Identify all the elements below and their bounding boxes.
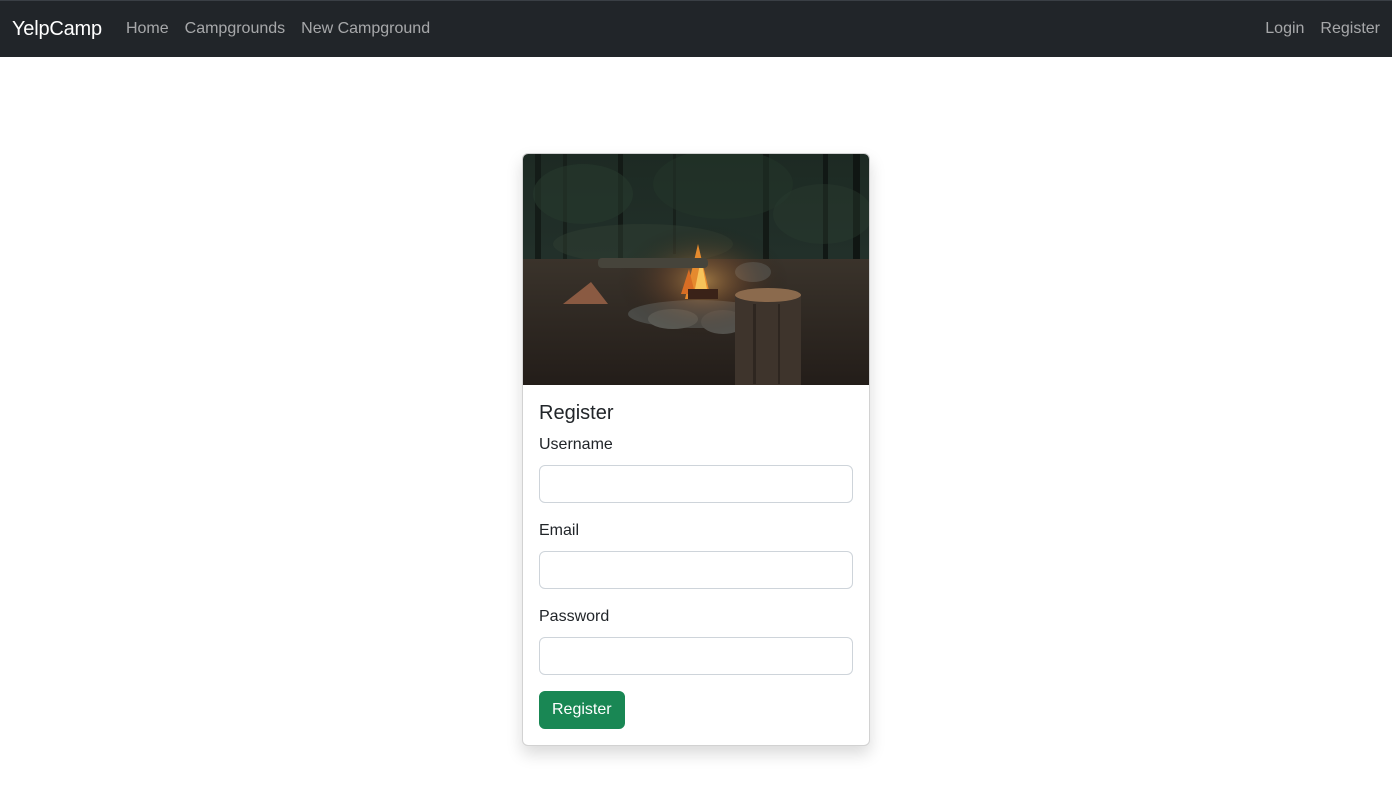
password-input[interactable] [539,637,853,675]
register-submit-button[interactable]: Register [539,691,625,729]
username-label: Username [539,436,613,453]
brand-logo-link[interactable]: YelpCamp [12,18,102,41]
register-form: Register Username Email Password Registe… [523,385,869,745]
email-group: Email [539,519,853,589]
nav-links: Home Campgrounds New Campground [118,12,438,46]
campfire-image [523,154,869,385]
email-input[interactable] [539,551,853,589]
nav-link-login[interactable]: Login [1257,12,1312,46]
nav-link-new-campground[interactable]: New Campground [293,12,438,46]
nav-link-home[interactable]: Home [118,12,177,46]
card-title: Register [539,402,614,424]
password-group: Password [539,605,853,675]
nav-link-register[interactable]: Register [1312,12,1380,46]
register-card: Register Username Email Password Registe… [522,153,870,746]
username-group: Username [539,433,853,503]
username-input[interactable] [539,465,853,503]
email-label: Email [539,522,580,539]
nav-auth-links: Login Register [1257,12,1380,46]
password-label: Password [539,608,610,625]
nav-link-campgrounds[interactable]: Campgrounds [177,12,294,46]
top-navbar: YelpCamp Home Campgrounds New Campground… [0,0,1392,57]
